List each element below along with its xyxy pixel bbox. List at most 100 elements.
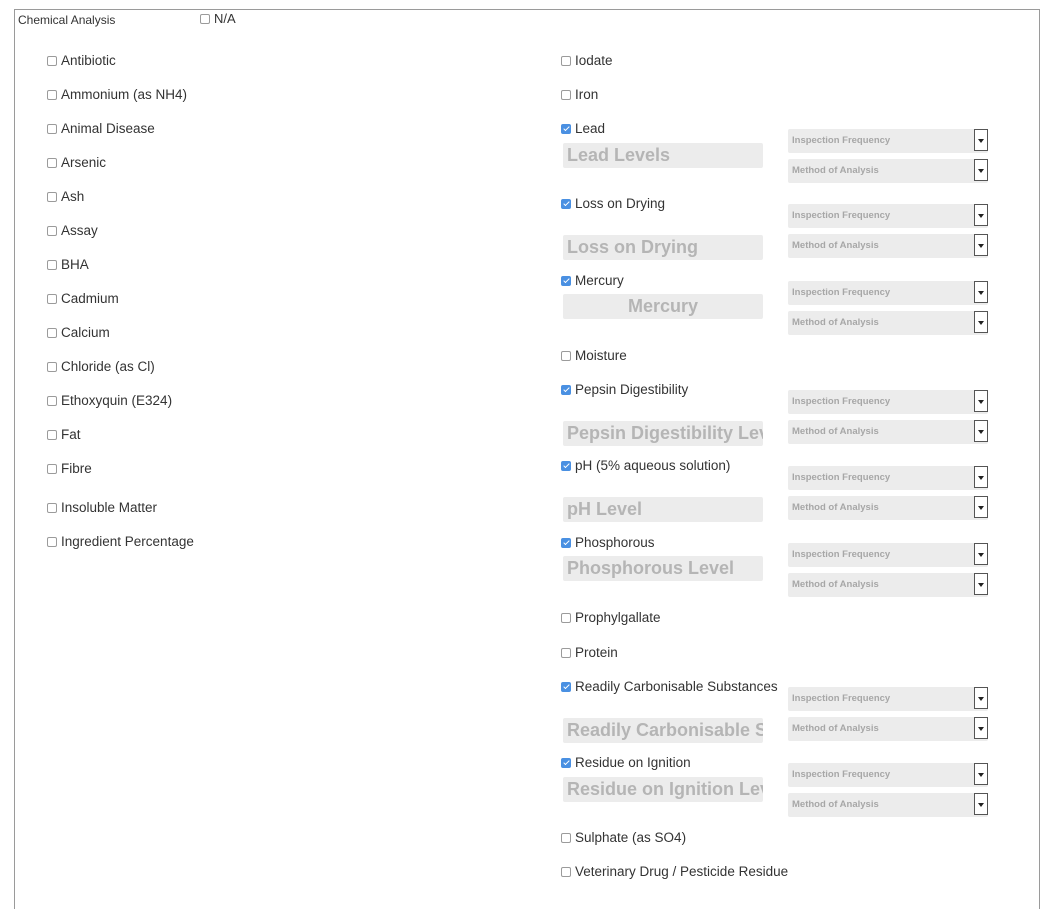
chevron-down-icon[interactable] bbox=[974, 763, 988, 785]
chevron-down-icon[interactable] bbox=[974, 311, 988, 333]
inspection-frequency-select[interactable]: Inspection Frequency bbox=[788, 390, 988, 414]
checkbox-assay[interactable] bbox=[47, 226, 57, 236]
chevron-down-icon[interactable] bbox=[974, 234, 988, 256]
chevron-down-icon[interactable] bbox=[974, 204, 988, 226]
checkbox-row-chloride-as-cl[interactable]: Chloride (as Cl) bbox=[47, 359, 307, 376]
method-of-analysis-select[interactable]: Method of Analysis bbox=[788, 793, 988, 817]
level-input-lead[interactable]: Lead Levels bbox=[563, 143, 763, 168]
checkbox-insoluble-matter[interactable] bbox=[47, 503, 57, 513]
inspection-frequency-select[interactable]: Inspection Frequency bbox=[788, 763, 988, 787]
method-of-analysis-select[interactable]: Method of Analysis bbox=[788, 159, 988, 183]
na-checkbox[interactable] bbox=[200, 14, 210, 24]
inspection-frequency-select[interactable]: Inspection Frequency bbox=[788, 281, 988, 305]
checkbox-phosphorous[interactable] bbox=[561, 538, 571, 548]
inspection-frequency-select[interactable]: Inspection Frequency bbox=[788, 129, 988, 153]
method-of-analysis-select[interactable]: Method of Analysis bbox=[788, 573, 988, 597]
checkbox-row-bha[interactable]: BHA bbox=[47, 257, 307, 274]
checkbox-row-mercury[interactable]: Mercury bbox=[561, 273, 821, 290]
chevron-down-icon[interactable] bbox=[974, 281, 988, 303]
chevron-down-icon[interactable] bbox=[974, 717, 988, 739]
checkbox-iodate[interactable] bbox=[561, 56, 571, 66]
checkbox-ethoxyquin-e324[interactable] bbox=[47, 396, 57, 406]
level-input-mercury[interactable]: Mercury bbox=[563, 294, 763, 319]
checkbox-row-fat[interactable]: Fat bbox=[47, 427, 307, 444]
chevron-down-icon[interactable] bbox=[974, 129, 988, 151]
checkbox-row-calcium[interactable]: Calcium bbox=[47, 325, 307, 342]
checkbox-prophylgallate[interactable] bbox=[561, 613, 571, 623]
checkbox-row-residue-on-ignition[interactable]: Residue on Ignition bbox=[561, 755, 821, 772]
level-input-pepsin-digestibility[interactable]: Pepsin Digestibility Level bbox=[563, 421, 763, 446]
checkbox-ph-5-aqueous-solution[interactable] bbox=[561, 461, 571, 471]
checkbox-veterinary-drug-pesticide-residue[interactable] bbox=[561, 867, 571, 877]
checkbox-iron[interactable] bbox=[561, 90, 571, 100]
chevron-down-icon[interactable] bbox=[974, 496, 988, 518]
checkbox-pepsin-digestibility[interactable] bbox=[561, 385, 571, 395]
inspection-frequency-select[interactable]: Inspection Frequency bbox=[788, 204, 988, 228]
checkbox-row-ph-5-aqueous-solution[interactable]: pH (5% aqueous solution) bbox=[561, 458, 821, 475]
checkbox-row-antibiotic[interactable]: Antibiotic bbox=[47, 53, 307, 70]
inspection-frequency-select[interactable]: Inspection Frequency bbox=[788, 543, 988, 567]
checkbox-moisture[interactable] bbox=[561, 351, 571, 361]
checkbox-row-prophylgallate[interactable]: Prophylgallate bbox=[561, 610, 821, 627]
checkbox-row-moisture[interactable]: Moisture bbox=[561, 348, 821, 365]
checkbox-animal-disease[interactable] bbox=[47, 124, 57, 134]
checkbox-loss-on-drying[interactable] bbox=[561, 199, 571, 209]
checkbox-row-ammonium-as-nh4[interactable]: Ammonium (as NH4) bbox=[47, 87, 307, 104]
checkbox-row-arsenic[interactable]: Arsenic bbox=[47, 155, 307, 172]
checkbox-row-iron[interactable]: Iron bbox=[561, 87, 821, 104]
checkbox-row-ingredient-percentage[interactable]: Ingredient Percentage bbox=[47, 534, 307, 551]
method-of-analysis-select[interactable]: Method of Analysis bbox=[788, 311, 988, 335]
checkbox-row-ethoxyquin-e324[interactable]: Ethoxyquin (E324) bbox=[47, 393, 307, 410]
checkbox-row-phosphorous[interactable]: Phosphorous bbox=[561, 535, 821, 552]
checkbox-row-animal-disease[interactable]: Animal Disease bbox=[47, 121, 307, 138]
level-input-phosphorous[interactable]: Phosphorous Level bbox=[563, 556, 763, 581]
checkbox-ash[interactable] bbox=[47, 192, 57, 202]
chevron-down-icon[interactable] bbox=[974, 159, 988, 181]
checkbox-fat[interactable] bbox=[47, 430, 57, 440]
method-of-analysis-select[interactable]: Method of Analysis bbox=[788, 420, 988, 444]
checkbox-arsenic[interactable] bbox=[47, 158, 57, 168]
checkbox-fibre[interactable] bbox=[47, 464, 57, 474]
checkbox-row-loss-on-drying[interactable]: Loss on Drying bbox=[561, 196, 821, 213]
checkbox-ingredient-percentage[interactable] bbox=[47, 537, 57, 547]
checkbox-row-protein[interactable]: Protein bbox=[561, 645, 821, 662]
checkbox-bha[interactable] bbox=[47, 260, 57, 270]
chevron-down-icon[interactable] bbox=[974, 466, 988, 488]
inspection-frequency-select[interactable]: Inspection Frequency bbox=[788, 466, 988, 490]
level-input-loss-on-drying[interactable]: Loss on Drying bbox=[563, 235, 763, 260]
na-checkbox-row[interactable]: N/A bbox=[200, 11, 260, 29]
checkbox-cadmium[interactable] bbox=[47, 294, 57, 304]
level-input-ph-5-aqueous-solution[interactable]: pH Level bbox=[563, 497, 763, 522]
checkbox-calcium[interactable] bbox=[47, 328, 57, 338]
level-input-readily-carbonisable-substances[interactable]: Readily Carbonisable Substances bbox=[563, 718, 763, 743]
checkbox-residue-on-ignition[interactable] bbox=[561, 758, 571, 768]
chevron-down-icon[interactable] bbox=[974, 793, 988, 815]
checkbox-row-ash[interactable]: Ash bbox=[47, 189, 307, 206]
chevron-down-icon[interactable] bbox=[974, 390, 988, 412]
checkbox-row-cadmium[interactable]: Cadmium bbox=[47, 291, 307, 308]
checkbox-row-pepsin-digestibility[interactable]: Pepsin Digestibility bbox=[561, 382, 821, 399]
inspection-frequency-select[interactable]: Inspection Frequency bbox=[788, 687, 988, 711]
checkbox-sulphate-as-so4[interactable] bbox=[561, 833, 571, 843]
checkbox-row-veterinary-drug-pesticide-residue[interactable]: Veterinary Drug / Pesticide Residue bbox=[561, 864, 821, 881]
checkbox-chloride-as-cl[interactable] bbox=[47, 362, 57, 372]
checkbox-protein[interactable] bbox=[561, 648, 571, 658]
checkbox-row-sulphate-as-so4[interactable]: Sulphate (as SO4) bbox=[561, 830, 821, 847]
checkbox-row-insoluble-matter[interactable]: Insoluble Matter bbox=[47, 500, 307, 517]
method-of-analysis-select[interactable]: Method of Analysis bbox=[788, 234, 988, 258]
checkbox-row-fibre[interactable]: Fibre bbox=[47, 461, 307, 478]
method-of-analysis-select[interactable]: Method of Analysis bbox=[788, 496, 988, 520]
level-input-residue-on-ignition[interactable]: Residue on Ignition Level bbox=[563, 777, 763, 802]
checkbox-antibiotic[interactable] bbox=[47, 56, 57, 66]
checkbox-row-lead[interactable]: Lead bbox=[561, 121, 821, 138]
checkbox-row-assay[interactable]: Assay bbox=[47, 223, 307, 240]
chevron-down-icon[interactable] bbox=[974, 420, 988, 442]
checkbox-lead[interactable] bbox=[561, 124, 571, 134]
method-of-analysis-select[interactable]: Method of Analysis bbox=[788, 717, 988, 741]
chevron-down-icon[interactable] bbox=[974, 573, 988, 595]
checkbox-mercury[interactable] bbox=[561, 276, 571, 286]
checkbox-row-iodate[interactable]: Iodate bbox=[561, 53, 821, 70]
checkbox-readily-carbonisable-substances[interactable] bbox=[561, 682, 571, 692]
chevron-down-icon[interactable] bbox=[974, 687, 988, 709]
checkbox-ammonium-as-nh4[interactable] bbox=[47, 90, 57, 100]
